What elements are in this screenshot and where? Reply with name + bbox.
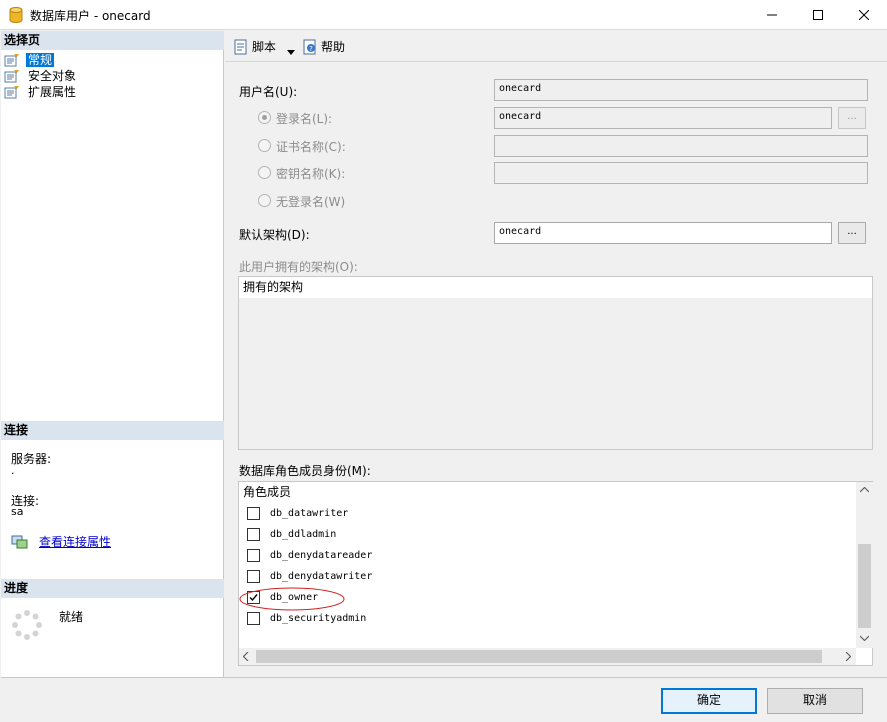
scroll-right-icon bbox=[845, 652, 851, 661]
default-schema-label: 默认架构(D): bbox=[239, 228, 310, 242]
login-name-radio[interactable] bbox=[258, 111, 271, 124]
minimize-button[interactable] bbox=[749, 0, 795, 30]
role-row: db_ddladmin bbox=[239, 524, 336, 545]
role-row: db_denydatawriter bbox=[239, 566, 372, 587]
role-checkbox[interactable] bbox=[247, 570, 260, 583]
owned-schemas-label: 此用户拥有的架构(O): bbox=[239, 260, 358, 274]
cert-name-field[interactable] bbox=[494, 135, 868, 157]
no-login-radio[interactable] bbox=[258, 194, 271, 207]
role-name: db_denydatawriter bbox=[270, 571, 373, 582]
left-pane: 选择页 常规 安全对象 扩展属性 连接 服务器: . 连接: sa 查看连接属性… bbox=[1, 31, 224, 677]
vertical-scroll-thumb[interactable] bbox=[858, 544, 871, 628]
toolbar: 脚本 ? 帮助 bbox=[225, 31, 887, 62]
page-item-general[interactable]: 常规 bbox=[4, 52, 55, 68]
close-icon bbox=[859, 10, 869, 20]
default-schema-field[interactable]: onecard bbox=[494, 222, 832, 244]
role-name: db_denydatareader bbox=[270, 550, 373, 561]
default-schema-browse-button[interactable]: ... bbox=[838, 222, 866, 244]
scroll-left-icon bbox=[243, 652, 249, 661]
key-name-field[interactable] bbox=[494, 162, 868, 184]
cert-name-radio[interactable] bbox=[258, 139, 271, 152]
cert-name-label: 证书名称(C): bbox=[276, 140, 346, 154]
dropdown-arrow-icon bbox=[287, 50, 295, 55]
owned-schemas-grid[interactable]: 拥有的架构 bbox=[238, 276, 873, 450]
script-dropdown-arrow[interactable] bbox=[287, 44, 295, 58]
help-label: 帮助 bbox=[321, 40, 346, 54]
page-wrench-icon bbox=[4, 86, 19, 99]
role-membership-grid[interactable]: 角色成员 db_datawriter db_ddladmin db_denyda… bbox=[238, 481, 873, 666]
progress-header: 进度 bbox=[1, 579, 224, 598]
role-row: db_datawriter bbox=[239, 503, 348, 524]
help-icon: ? bbox=[303, 39, 316, 54]
script-icon bbox=[234, 39, 247, 54]
scroll-down-icon bbox=[860, 635, 869, 641]
connection-header: 连接 bbox=[1, 421, 224, 440]
role-checkbox[interactable] bbox=[247, 507, 260, 520]
connection-value: sa bbox=[11, 505, 24, 518]
login-name-browse-button[interactable]: ... bbox=[838, 107, 866, 129]
svg-text:?: ? bbox=[309, 45, 313, 53]
divider bbox=[1, 677, 887, 678]
key-name-label: 密钥名称(K): bbox=[276, 167, 346, 181]
cancel-button[interactable]: 取消 bbox=[767, 688, 863, 714]
close-button[interactable] bbox=[841, 0, 887, 30]
page-item-label: 扩展属性 bbox=[28, 85, 77, 99]
role-name: db_ddladmin bbox=[270, 529, 337, 540]
login-name-field[interactable]: onecard bbox=[494, 107, 832, 129]
username-label: 用户名(U): bbox=[239, 85, 298, 99]
role-checkbox[interactable] bbox=[247, 528, 260, 541]
role-checkbox[interactable] bbox=[247, 549, 260, 562]
script-button[interactable]: 脚本 bbox=[233, 38, 276, 55]
roles-horizontal-scrollbar[interactable] bbox=[239, 648, 856, 665]
progress-spinner-icon bbox=[11, 609, 43, 644]
maximize-icon bbox=[813, 10, 823, 20]
page-item-extended-properties[interactable]: 扩展属性 bbox=[4, 84, 78, 100]
page-wrench-icon bbox=[4, 54, 19, 67]
roles-vertical-scrollbar[interactable] bbox=[856, 482, 873, 648]
connection-properties-icon bbox=[11, 534, 29, 553]
page-item-securables[interactable]: 安全对象 bbox=[4, 68, 78, 84]
server-label: 服务器: bbox=[11, 452, 52, 466]
page-wrench-icon bbox=[4, 70, 19, 83]
page-item-label: 安全对象 bbox=[28, 69, 77, 83]
page-item-label: 常规 bbox=[26, 53, 55, 67]
login-name-label: 登录名(L): bbox=[276, 112, 333, 126]
select-page-header: 选择页 bbox=[1, 31, 224, 50]
role-membership-label: 数据库角色成员身份(M): bbox=[239, 464, 371, 478]
view-connection-properties-link[interactable]: 查看连接属性 bbox=[39, 533, 111, 550]
scroll-up-icon bbox=[860, 487, 869, 493]
role-name: db_securityadmin bbox=[270, 613, 367, 624]
horizontal-scroll-thumb[interactable] bbox=[256, 650, 822, 663]
script-label: 脚本 bbox=[252, 40, 277, 54]
progress-status: 就绪 bbox=[59, 610, 84, 624]
annotation-ellipse bbox=[239, 587, 345, 611]
minimize-icon bbox=[767, 14, 777, 16]
username-field[interactable]: onecard bbox=[494, 79, 868, 101]
no-login-label: 无登录名(W) bbox=[276, 195, 346, 209]
key-name-radio[interactable] bbox=[258, 166, 271, 179]
title-bar: 数据库用户 - onecard bbox=[0, 0, 887, 30]
help-button[interactable]: ? 帮助 bbox=[302, 38, 345, 55]
general-page: 用户名(U): onecard 登录名(L): onecard ... 证书名称… bbox=[225, 62, 887, 677]
owned-schemas-header: 拥有的架构 bbox=[239, 277, 872, 298]
ok-button[interactable]: 确定 bbox=[661, 688, 757, 714]
role-members-header: 角色成员 bbox=[239, 482, 856, 503]
role-name: db_datawriter bbox=[270, 508, 349, 519]
database-icon bbox=[9, 7, 23, 26]
maximize-button[interactable] bbox=[795, 0, 841, 30]
window-title: 数据库用户 - onecard bbox=[30, 9, 151, 23]
server-value: . bbox=[11, 464, 15, 477]
role-row: db_denydatareader bbox=[239, 545, 372, 566]
role-checkbox[interactable] bbox=[247, 612, 260, 625]
